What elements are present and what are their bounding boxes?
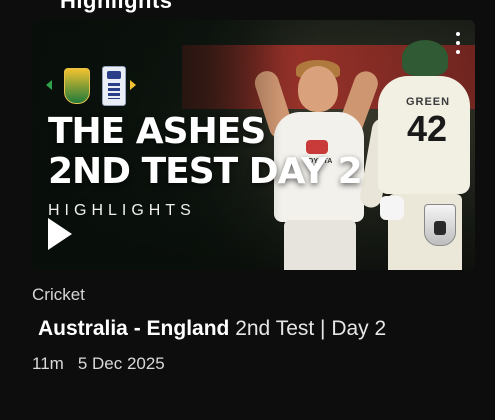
thumbnail-title-line1: THE ASHES (48, 111, 266, 152)
video-meta: Cricket Australia - England 2nd Test | D… (32, 284, 482, 374)
play-icon[interactable] (48, 218, 72, 250)
video-thumbnail[interactable]: TOYOTA GREEN 42 THE ASHES 2ND TEST DAY 2… (32, 20, 475, 270)
video-duration: 11m (32, 354, 64, 373)
video-category: Cricket (32, 285, 85, 304)
video-title-detail: 2nd Test | Day 2 (235, 317, 387, 340)
england-cricket-crest-icon (102, 66, 126, 106)
green-arrow-icon (46, 80, 52, 90)
video-info: 11m 5 Dec 2025 (32, 354, 482, 374)
video-title-teams: Australia - England (38, 317, 230, 340)
more-vertical-icon[interactable] (455, 32, 461, 58)
section-heading-cut-off: Highlights (60, 0, 173, 13)
video-card-page: Highlights TOYOTA GREEN 42 THE ASHES 2ND… (0, 0, 495, 420)
video-date: 5 Dec 2025 (77, 354, 165, 373)
shirt-name: GREEN (405, 96, 451, 108)
thumbnail-title-line2: 2ND TEST DAY 2 (48, 151, 363, 192)
shirt-number: 42 (406, 108, 448, 149)
ashes-logo-icon (424, 204, 456, 246)
cricket-australia-crest-icon (64, 68, 90, 104)
thumbnail-title: THE ASHES 2ND TEST DAY 2 (48, 112, 378, 192)
gold-arrow-icon (130, 80, 136, 90)
video-title[interactable]: Australia - England 2nd Test | Day 2 (38, 316, 482, 342)
